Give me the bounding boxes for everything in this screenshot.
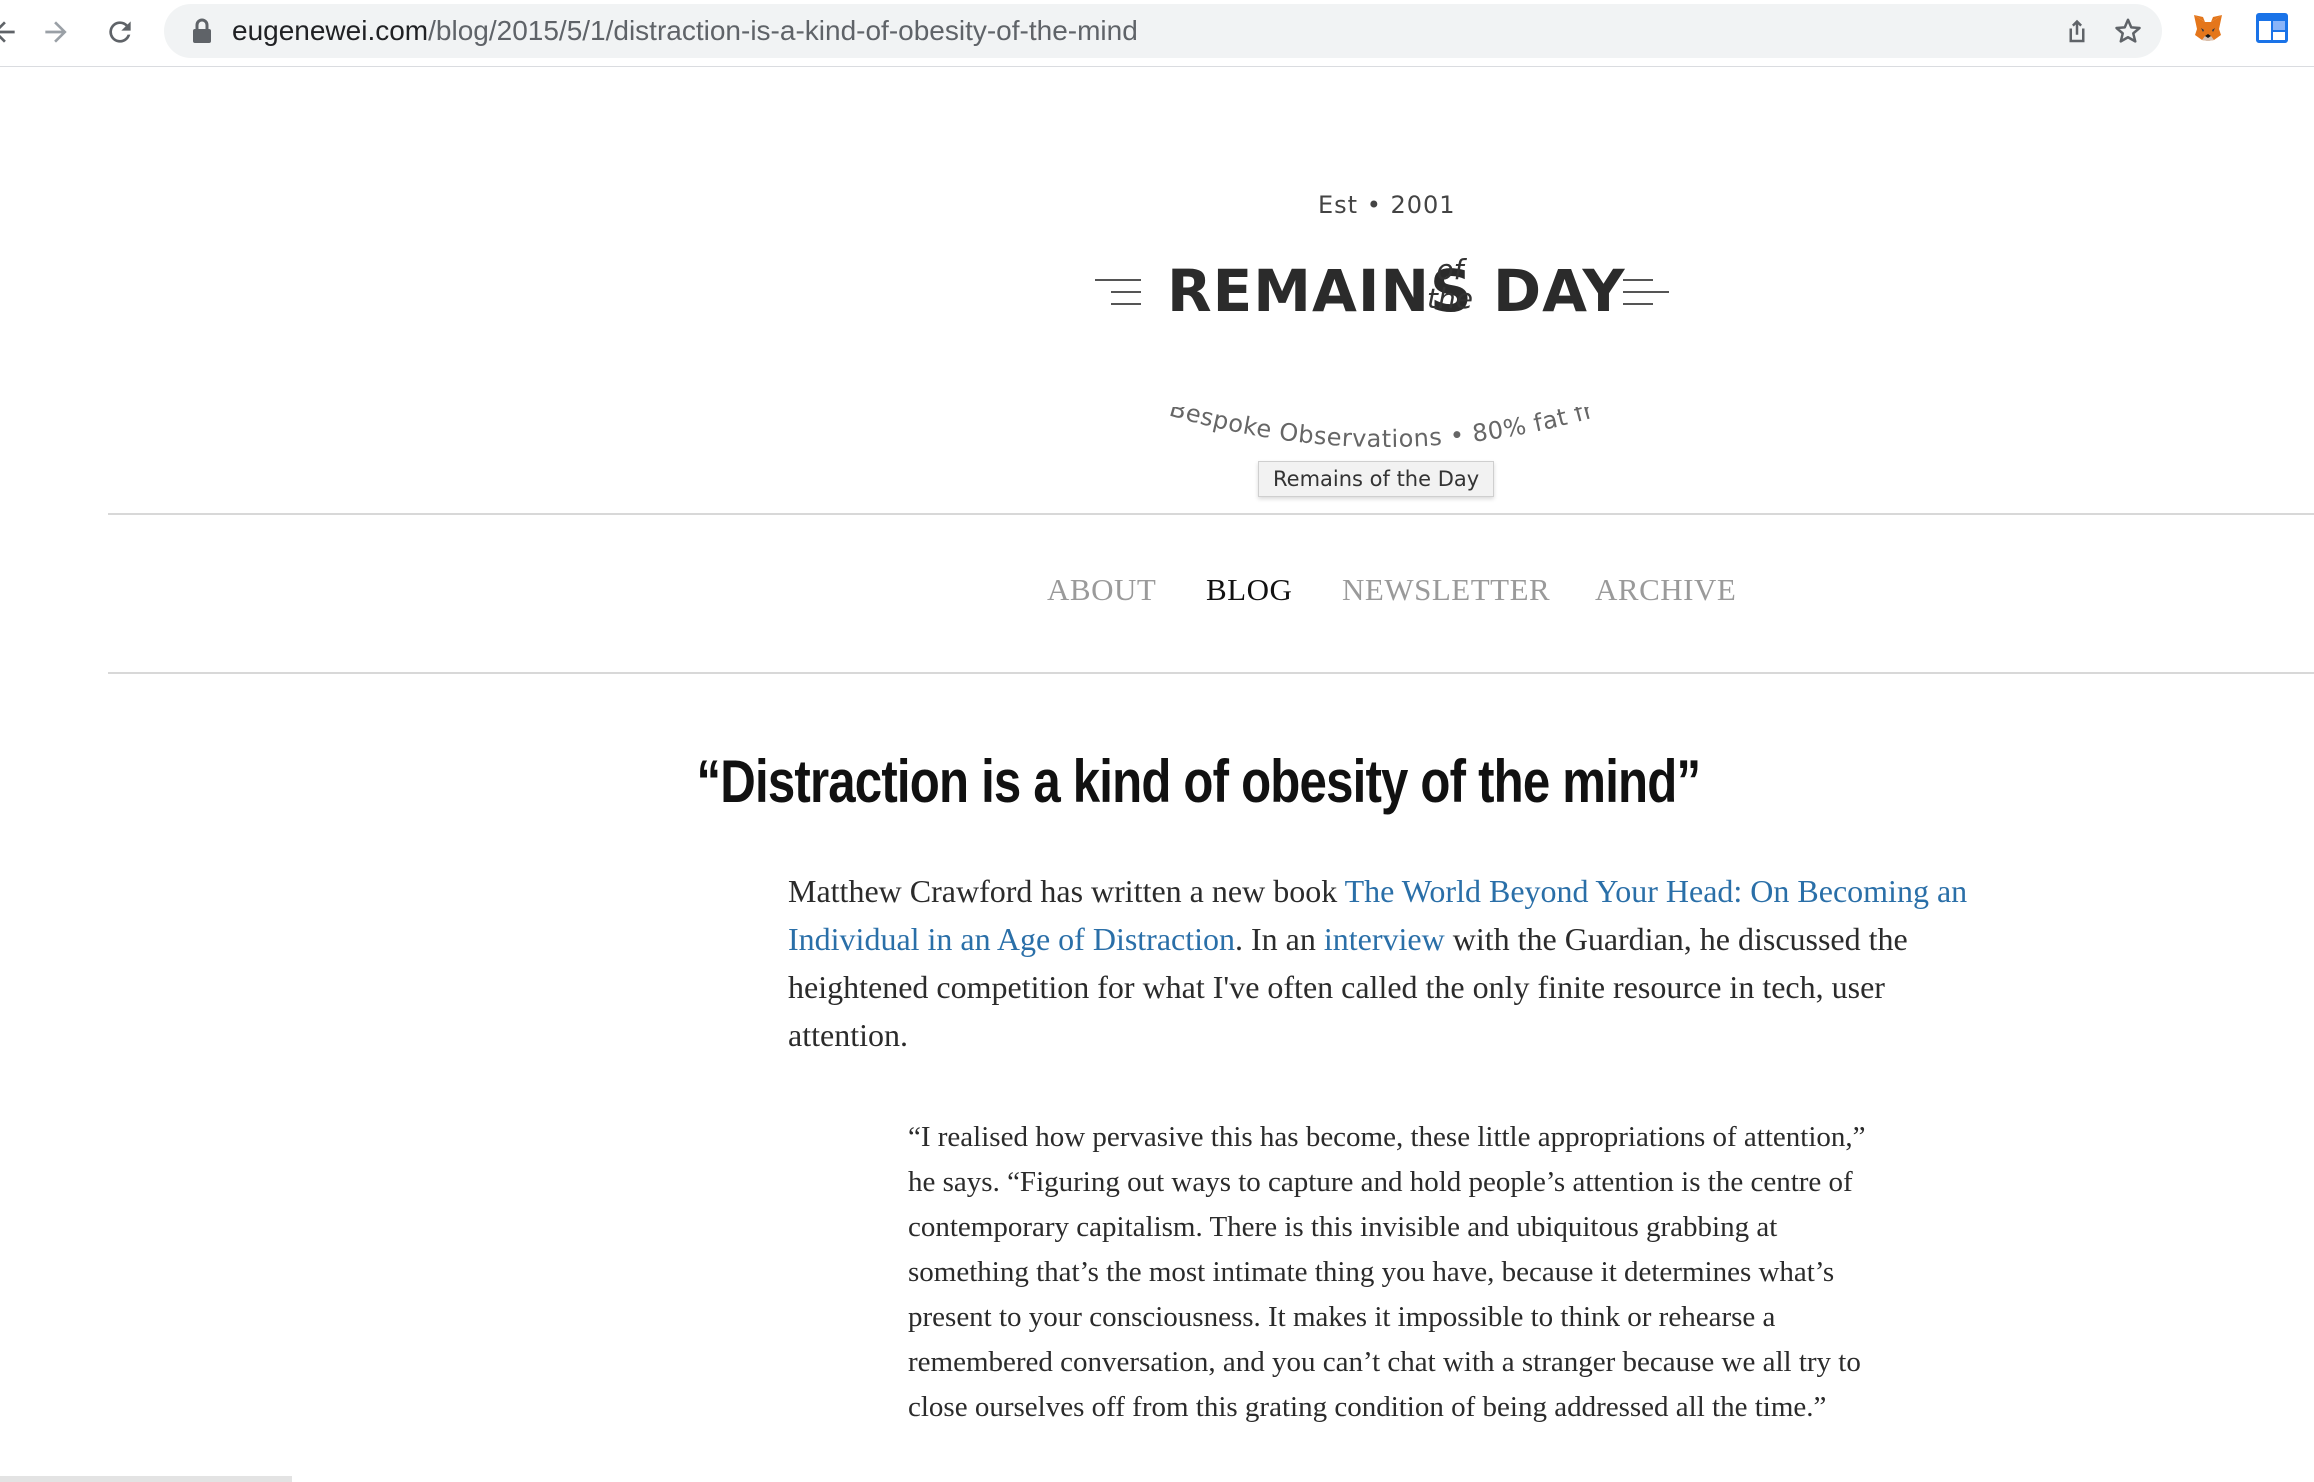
logo-decor-line (1623, 279, 1653, 281)
window-extension-icon[interactable] (2254, 10, 2290, 46)
tagline-text: Bespoke Observations • 80% fat free (1160, 407, 1596, 453)
svg-text:Bespoke Observations • 80% fat: Bespoke Observations • 80% fat free (1160, 407, 1597, 453)
logo-decor-line (1095, 279, 1141, 281)
nav-newsletter[interactable]: NEWSLETTER (1342, 572, 1550, 608)
reload-icon[interactable] (98, 10, 142, 54)
paragraph-text: . In an (1235, 921, 1324, 957)
logo-decor-line (1111, 303, 1141, 305)
metamask-extension-icon[interactable] (2190, 10, 2226, 46)
post-blockquote: “I realised how pervasive this has becom… (908, 1121, 1866, 1423)
page-content: Est • 2001 REMAINS of the DAY Bespoke Ob… (0, 67, 2314, 1482)
url-domain: eugenewei.com (232, 15, 429, 46)
post-paragraph: Matthew Crawford has written a new book … (788, 867, 1968, 1059)
interview-link[interactable]: interview (1324, 921, 1445, 957)
back-icon[interactable] (0, 10, 26, 54)
logo-decor-line (1623, 291, 1669, 293)
browser-toolbar: eugenewei.com/blog/2015/5/1/distraction-… (0, 0, 2314, 67)
bookmark-star-icon[interactable] (2113, 16, 2143, 46)
site-established: Est • 2001 (1318, 191, 1456, 219)
logo-of: of (1436, 253, 1464, 286)
post-title[interactable]: “Distraction is a kind of obesity of the… (250, 747, 2147, 816)
share-icon[interactable] (2062, 16, 2092, 46)
horizontal-scrollbar[interactable] (0, 1476, 292, 1482)
nav-divider (108, 672, 2314, 674)
paragraph-text: Matthew Crawford has written a new book (788, 873, 1345, 909)
logo-tooltip: Remains of the Day (1258, 461, 1495, 497)
nav-blog[interactable]: BLOG (1206, 572, 1292, 608)
lock-icon[interactable] (190, 17, 214, 45)
url-text[interactable]: eugenewei.com/blog/2015/5/1/distraction-… (232, 15, 1138, 47)
logo-the: the (1427, 282, 1473, 315)
nav-archive[interactable]: ARCHIVE (1595, 572, 1736, 608)
header-divider (108, 513, 2314, 515)
forward-icon[interactable] (34, 10, 78, 54)
logo-decor-line (1111, 291, 1141, 293)
logo-day: DAY (1493, 257, 1626, 325)
logo-decor-line (1623, 303, 1653, 305)
address-bar[interactable]: eugenewei.com/blog/2015/5/1/distraction-… (164, 4, 2162, 58)
url-path: /blog/2015/5/1/distraction-is-a-kind-of-… (428, 15, 1138, 46)
nav-about[interactable]: ABOUT (1047, 572, 1156, 608)
site-logo[interactable]: REMAINS of the DAY (1095, 253, 1680, 367)
